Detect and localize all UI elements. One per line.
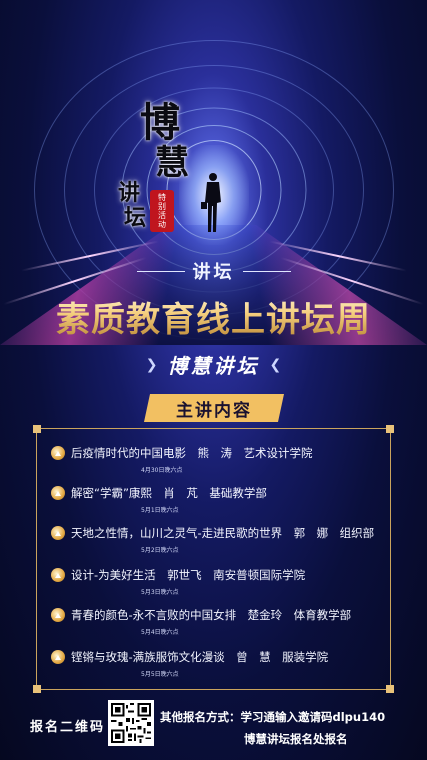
- registration-location: 博慧讲坛报名处报名: [244, 732, 348, 746]
- corner-ornament: [386, 685, 394, 693]
- bullet-icon: [51, 650, 65, 664]
- lecture-title: 铿锵与玫瑰-满族服饰文化漫谈 曾 慧 服装学院: [71, 650, 329, 664]
- main-title: 素质教育线上讲坛周: [0, 292, 427, 341]
- lecture-item: 青春的颜色-永不言败的中国女排 楚金玲 体育教学部 5月4日晚六点: [51, 607, 351, 636]
- lecture-date: 4月30日晚六点: [141, 467, 183, 474]
- bullet-icon: [51, 446, 65, 460]
- chevron-right-icon: ❯: [145, 356, 158, 373]
- qr-code-icon: [111, 703, 151, 743]
- lecture-list-box: 后疫情时代的中国电影 熊 涛 艺术设计学院 4月30日晚六点 解密“学霸”康熙 …: [33, 425, 394, 693]
- tag-row: 讲坛: [0, 258, 427, 284]
- walking-man-silhouette: [201, 173, 221, 232]
- lecture-item: 天地之性情，山川之灵气-走进民歌的世界 郭 娜 组织部 5月2日晚六点: [51, 525, 374, 554]
- lecture-title: 设计-为美好生活 郭世飞 南安普顿国际学院: [71, 568, 306, 582]
- lecture-item: 铿锵与玫瑰-满族服饰文化漫谈 曾 慧 服装学院 5月5日晚六点: [51, 649, 328, 678]
- section-label: 主讲内容: [144, 394, 284, 422]
- registration-info: 其他报名方式：学习通输入邀请码dlpu140: [160, 710, 386, 724]
- bullet-icon: [51, 526, 65, 540]
- lecture-date: 5月1日晚六点: [141, 507, 179, 514]
- corner-ornament: [33, 685, 41, 693]
- lecture-title: 解密“学霸”康熙 肖 芃 基础教学部: [71, 486, 267, 500]
- qr-code[interactable]: [108, 700, 154, 746]
- lecture-date: 5月2日晚六点: [141, 547, 179, 554]
- red-seal-stamp: 特别活动: [150, 190, 174, 232]
- bullet-icon: [51, 486, 65, 500]
- lecture-date: 5月3日晚六点: [141, 589, 179, 596]
- bullet-icon: [51, 568, 65, 582]
- chevron-left-icon: ❮: [269, 356, 282, 373]
- subtitle: 博慧讲坛: [167, 354, 260, 378]
- lecture-item: 后疫情时代的中国电影 熊 涛 艺术设计学院 4月30日晚六点: [51, 445, 313, 474]
- corner-ornament: [386, 425, 394, 433]
- corner-ornament: [33, 425, 41, 433]
- divider-line: [242, 270, 291, 272]
- lecture-item: 设计-为美好生活 郭世飞 南安普顿国际学院 5月3日晚六点: [51, 567, 305, 596]
- bullet-icon: [51, 608, 65, 622]
- lecture-item: 解密“学霸”康熙 肖 芃 基础教学部 5月1日晚六点: [51, 485, 267, 514]
- poster: 博 慧 讲 坛 特别活动 讲坛 素质教育线上讲坛周 ❯ 博慧讲坛 ❮ 主讲内容 …: [0, 0, 427, 760]
- calligraphy-hui: 慧: [155, 143, 189, 183]
- calligraphy-tan: 坛: [124, 205, 147, 231]
- lecture-date: 5月5日晚六点: [141, 671, 179, 678]
- qr-label: 报名二维码: [30, 720, 106, 735]
- lecture-title: 青春的颜色-永不言败的中国女排 楚金玲 体育教学部: [71, 608, 352, 622]
- lecture-date: 5月4日晚六点: [141, 629, 179, 636]
- lecture-title: 天地之性情，山川之灵气-走进民歌的世界 郭 娜 组织部: [71, 526, 375, 540]
- divider-line: [136, 270, 185, 272]
- subtitle-row: ❯ 博慧讲坛 ❮: [0, 350, 427, 379]
- lecture-title: 后疫情时代的中国电影 熊 涛 艺术设计学院: [71, 446, 313, 460]
- tag-label: 讲坛: [192, 262, 235, 283]
